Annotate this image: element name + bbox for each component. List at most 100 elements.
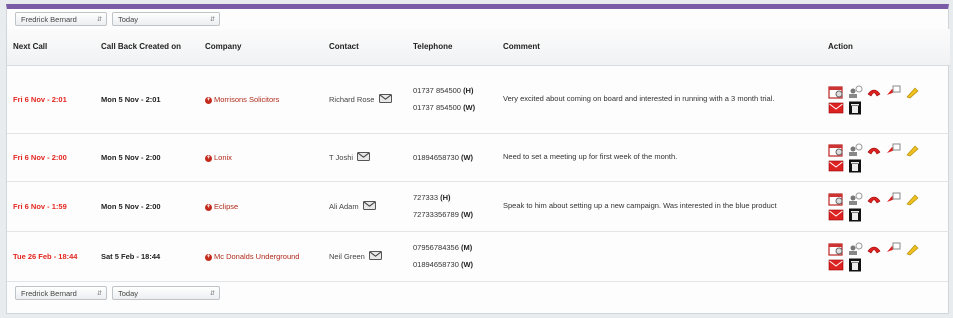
phone-line: 01737 854500 (W) — [413, 99, 491, 116]
phone-number[interactable]: 01894658730 — [413, 260, 461, 269]
call-back-created: Mon 5 Nov - 2:00 — [95, 133, 199, 182]
phone-icon[interactable] — [866, 85, 882, 99]
pencil-icon[interactable] — [904, 192, 920, 206]
company-cell: + Lonix — [199, 133, 323, 182]
phone-number[interactable]: 07956784356 — [413, 243, 461, 252]
table-header: Next Call Call Back Created on Company C… — [7, 29, 950, 66]
phone-number[interactable]: 01894658730 — [413, 153, 461, 162]
pencil-icon[interactable] — [904, 85, 920, 99]
contact-name: T Joshi — [329, 152, 354, 162]
phone-line: 01737 854500 (H) — [413, 82, 491, 99]
col-call-back-created[interactable]: Call Back Created on — [95, 29, 199, 66]
envelope-icon[interactable] — [378, 93, 392, 103]
email-icon[interactable] — [828, 101, 844, 115]
phone-dial-icon[interactable] — [885, 242, 901, 256]
delete-icon[interactable] — [847, 159, 863, 173]
comment: Speak to him about setting up a new camp… — [497, 181, 822, 232]
calendar-icon[interactable] — [828, 143, 844, 157]
col-contact[interactable]: Contact — [323, 29, 407, 66]
comment: Need to set a meeting up for first week … — [497, 133, 822, 182]
users-icon[interactable] — [847, 143, 863, 157]
user-select[interactable]: Fredrick Bernard ⇵ — [15, 12, 107, 26]
phone-dial-icon[interactable] — [885, 143, 901, 157]
select-arrows-icon: ⇵ — [96, 290, 102, 297]
col-next-call[interactable]: Next Call — [7, 29, 95, 66]
company-cell: + Mc Donalds Underground — [199, 231, 323, 281]
action-cell — [822, 231, 950, 281]
phone-type: (W) — [460, 152, 474, 162]
company-link[interactable]: Eclipse — [214, 202, 238, 211]
phone-number[interactable]: 01737 854500 — [413, 103, 463, 112]
action-cell — [822, 65, 950, 134]
next-call: Fri 6 Nov - 2:00 — [7, 133, 95, 182]
telephone-cell: 01737 854500 (H) 01737 854500 (W) — [407, 65, 497, 134]
telephone-cell: 727333 (H) 72733356789 (W) — [407, 181, 497, 232]
delete-icon[interactable] — [847, 101, 863, 115]
pencil-icon[interactable] — [904, 242, 920, 256]
comment — [497, 231, 822, 281]
call-back-created: Mon 5 Nov - 2:00 — [95, 181, 199, 232]
contact-cell: Richard Rose — [323, 65, 407, 134]
phone-icon[interactable] — [866, 242, 882, 256]
callbacks-table: Next Call Call Back Created on Company C… — [7, 29, 950, 281]
phone-number[interactable]: 72733356789 — [413, 210, 461, 219]
email-icon[interactable] — [828, 159, 844, 173]
top-filter-bar: Fredrick Bernard ⇵ Today ⇵ — [7, 9, 948, 29]
plus-icon[interactable]: + — [205, 253, 212, 261]
envelope-icon[interactable] — [362, 200, 376, 210]
table-row: Tue 26 Feb - 18:44 Sat 5 Feb - 18:44 + Mc… — [7, 231, 950, 281]
phone-line: 01894658730 (W) — [413, 256, 491, 273]
phone-line: 72733356789 (W) — [413, 206, 491, 223]
contact-cell: Ali Adam — [323, 181, 407, 232]
contact-name: Neil Green — [329, 251, 365, 261]
period-select-bottom[interactable]: Today ⇵ — [112, 286, 220, 300]
phone-type: (W) — [460, 210, 474, 219]
users-icon[interactable] — [847, 192, 863, 206]
calendar-icon[interactable] — [828, 242, 844, 256]
next-call: Tue 26 Feb - 18:44 — [13, 251, 78, 261]
phone-type: (W) — [460, 260, 474, 270]
envelope-icon[interactable] — [368, 250, 382, 260]
phone-icon[interactable] — [866, 143, 882, 157]
delete-icon[interactable] — [847, 208, 863, 222]
phone-number[interactable]: 727333 — [413, 193, 440, 202]
delete-icon[interactable] — [847, 258, 863, 272]
pencil-icon[interactable] — [904, 143, 920, 157]
table-row: Fri 6 Nov - 1:59 Mon 5 Nov - 2:00 + Eclip… — [7, 181, 950, 232]
email-icon[interactable] — [828, 258, 844, 272]
telephone-cell: 01894658730 (W) — [407, 133, 497, 182]
contact-name: Ali Adam — [329, 201, 359, 211]
calendar-icon[interactable] — [828, 85, 844, 99]
phone-type: (W) — [463, 103, 476, 112]
table-row: Fri 6 Nov - 2:00 Mon 5 Nov - 2:00 + Lonix… — [7, 133, 950, 182]
call-back-created: Sat 5 Feb - 18:44 — [101, 251, 161, 261]
action-cell — [822, 133, 950, 182]
envelope-icon[interactable] — [357, 151, 371, 161]
plus-icon[interactable]: + — [205, 154, 212, 162]
calendar-icon[interactable] — [828, 192, 844, 206]
plus-icon[interactable]: + — [205, 203, 212, 211]
users-icon[interactable] — [847, 85, 863, 99]
phone-dial-icon[interactable] — [885, 192, 901, 206]
email-icon[interactable] — [828, 208, 844, 222]
phone-line: 07956784356 (M) — [413, 239, 491, 256]
phone-type: (M) — [460, 243, 473, 253]
col-action: Action — [822, 29, 950, 66]
company-link[interactable]: Morrisons Solicitors — [214, 95, 279, 104]
phone-icon[interactable] — [866, 192, 882, 206]
phone-number[interactable]: 01737 854500 — [413, 86, 463, 95]
phone-dial-icon[interactable] — [885, 85, 901, 99]
col-telephone[interactable]: Telephone — [407, 29, 497, 66]
phone-line: 727333 (H) — [413, 189, 491, 206]
period-select[interactable]: Today ⇵ — [112, 12, 220, 26]
col-comment[interactable]: Comment — [497, 29, 822, 66]
call-back-created: Mon 5 Nov - 2:01 — [95, 65, 199, 134]
company-link[interactable]: Lonix — [214, 153, 232, 162]
user-select-bottom[interactable]: Fredrick Bernard ⇵ — [15, 286, 107, 300]
next-call: Fri 6 Nov - 2:01 — [7, 65, 95, 134]
comment: Very excited about coming on board and i… — [497, 65, 822, 134]
plus-icon[interactable]: + — [205, 96, 212, 104]
company-link[interactable]: Mc Donalds Underground — [214, 252, 299, 261]
col-company[interactable]: Company — [199, 29, 323, 66]
users-icon[interactable] — [847, 242, 863, 256]
